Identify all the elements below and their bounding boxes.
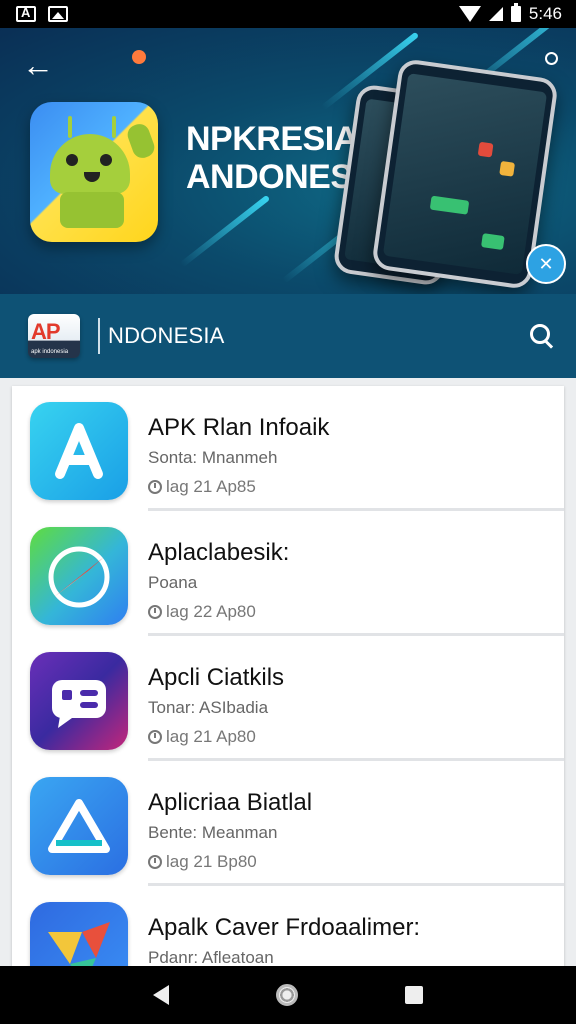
battery-icon <box>510 3 521 22</box>
app-logo: AP apk indonesia <box>28 314 80 358</box>
colorful-shapes-icon <box>30 902 128 966</box>
status-right-icons: 5:46 <box>458 3 562 24</box>
item-meta: lag 21 Ap80 <box>148 727 256 747</box>
app-list: APK Rlan Infoaik Sonta: Mnanmeh lag 21 A… <box>12 386 564 966</box>
item-subtitle: Pdanr: Afleatoan <box>148 948 274 966</box>
back-button[interactable]: ← <box>22 48 62 82</box>
app-header: AP apk indonesia NDONESIA <box>0 294 576 378</box>
clock-icon <box>148 855 162 869</box>
clock-icon <box>148 605 162 619</box>
promo-banner: ← NPKRESIA ANDONESIA ✕ <box>0 28 576 294</box>
nav-recents-icon[interactable] <box>404 986 423 1004</box>
app-a-icon <box>16 5 36 22</box>
item-title: Apcli Ciatkils <box>148 664 285 691</box>
signal-icon <box>488 7 503 21</box>
item-subtitle: Poana <box>148 573 198 592</box>
item-subtitle: Tonar: ASIbadia <box>148 698 269 717</box>
logo-text: AP <box>31 319 61 344</box>
chat-bubble-icon <box>30 652 128 750</box>
item-meta: lag 22 Ap80 <box>148 602 256 622</box>
list-item[interactable]: Aplicriaa Biatlal Bente: Meanman lag 21 … <box>12 761 564 886</box>
list-item[interactable]: Apalk Caver Frdoaalimer: Pdanr: Afleatoa… <box>12 886 564 966</box>
item-title: Aplaclabesik: <box>148 539 290 566</box>
nav-home-icon[interactable] <box>275 984 298 1006</box>
list-item[interactable]: Aplaclabesik: Poana lag 22 Ap80 <box>12 511 564 636</box>
share-icon[interactable] <box>532 50 560 78</box>
item-subtitle: Bente: Meanman <box>148 823 278 842</box>
header-title: NDONESIA <box>108 323 225 348</box>
gallery-icon <box>48 6 68 22</box>
safari-compass-icon <box>30 527 128 625</box>
status-left-icons <box>16 5 68 22</box>
orange-dot <box>132 50 146 64</box>
logo-subtext: apk indonesia <box>31 349 69 355</box>
search-icon[interactable] <box>528 322 556 350</box>
a-letter-icon <box>30 402 128 500</box>
status-bar: 5:46 <box>0 0 576 28</box>
close-fab-button[interactable]: ✕ <box>526 244 566 284</box>
app-list-container: APK Rlan Infoaik Sonta: Mnanmeh lag 21 A… <box>0 378 576 966</box>
system-nav-bar <box>0 966 576 1024</box>
nav-back-icon[interactable] <box>153 985 170 1005</box>
list-item[interactable]: APK Rlan Infoaik Sonta: Mnanmeh lag 21 A… <box>12 386 564 511</box>
header-divider <box>98 318 100 354</box>
item-meta: lag 21 Ap85 <box>148 477 256 497</box>
item-title: Apalk Caver Frdoaalimer: <box>148 914 421 941</box>
item-subtitle: Sonta: Mnanmeh <box>148 448 278 467</box>
android-robot-icon <box>30 102 158 242</box>
clock-icon <box>148 480 162 494</box>
item-title: APK Rlan Infoaik <box>148 414 330 441</box>
clock-icon <box>148 730 162 744</box>
wifi-icon <box>458 6 481 22</box>
list-item[interactable]: Apcli Ciatkils Tonar: ASIbadia lag 21 Ap… <box>12 636 564 761</box>
triangle-drive-icon <box>30 777 128 875</box>
item-meta: lag 21 Bp80 <box>148 852 257 872</box>
status-time: 5:46 <box>528 4 562 23</box>
light-streak <box>179 194 271 268</box>
item-title: Aplicriaa Biatlal <box>148 789 313 816</box>
